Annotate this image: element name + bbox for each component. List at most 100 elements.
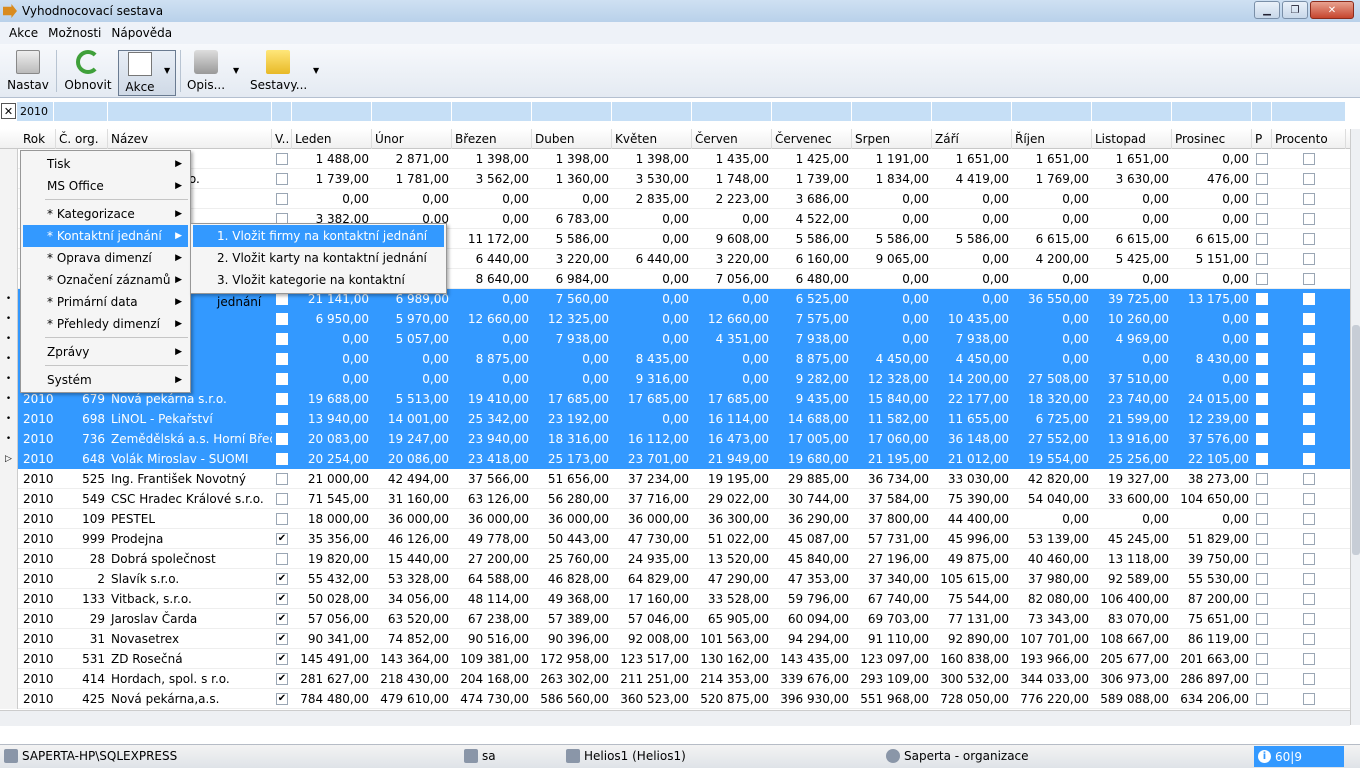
context-menu-item[interactable]: MS Office ▶ xyxy=(23,175,188,197)
row-indicator[interactable] xyxy=(0,249,18,269)
checkbox-procento[interactable] xyxy=(1303,693,1315,705)
checkbox-procento[interactable] xyxy=(1303,593,1315,605)
menu-napoveda[interactable]: Nápověda xyxy=(106,26,177,40)
table-row[interactable]: 2010 525 Ing. František Novotný 21 000,00 42… xyxy=(0,469,1350,489)
checkbox-procento[interactable] xyxy=(1303,453,1315,465)
checkbox-p[interactable] xyxy=(1256,673,1268,685)
checkbox-procento[interactable] xyxy=(1303,553,1315,565)
checkbox-procento[interactable] xyxy=(1303,513,1315,525)
table-row[interactable]: •aré Město0,000,000,000,009 316,000,009 … xyxy=(0,369,1350,389)
row-indicator[interactable] xyxy=(0,609,18,629)
checkbox-v[interactable] xyxy=(276,173,288,185)
column-header[interactable]: Červen xyxy=(692,129,772,149)
submenu-item[interactable]: 1. Vložit firmy na kontaktní jednání xyxy=(193,225,444,247)
checkbox-p[interactable] xyxy=(1256,273,1268,285)
table-row[interactable]: • 2010 698 LiNOL - Pekařství 13 940,00 14 001… xyxy=(0,409,1350,429)
opis-button[interactable]: Opis... xyxy=(186,48,226,96)
checkbox-p[interactable] xyxy=(1256,553,1268,565)
sestavy-button[interactable]: Sestavy... xyxy=(250,48,307,96)
checkbox-p[interactable] xyxy=(1256,233,1268,245)
table-row[interactable]: • 2010 679 Nová pekárna s.r.o. 19 688,00 5 51… xyxy=(0,389,1350,409)
checkbox-procento[interactable] xyxy=(1303,173,1315,185)
checkbox-p[interactable] xyxy=(1256,633,1268,645)
checkbox-procento[interactable] xyxy=(1303,633,1315,645)
row-indicator[interactable] xyxy=(0,209,18,229)
checkbox-p[interactable] xyxy=(1256,353,1268,365)
checkbox-v[interactable] xyxy=(276,473,288,485)
row-indicator[interactable] xyxy=(0,149,18,169)
row-indicator[interactable] xyxy=(0,649,18,669)
row-indicator[interactable] xyxy=(0,169,18,189)
table-row[interactable]: 2010 28 Dobrá společnost 19 820,00 15 440,00… xyxy=(0,549,1350,569)
context-menu-item[interactable]: Systém ▶ xyxy=(23,369,188,391)
table-row[interactable]: 2010 2 Slavík s.r.o. ✔ 55 432,00 53 328,00 64 … xyxy=(0,569,1350,589)
checkbox-procento[interactable] xyxy=(1303,493,1315,505)
checkbox-v[interactable]: ✔ xyxy=(276,613,288,625)
checkbox-p[interactable] xyxy=(1256,193,1268,205)
table-row[interactable]: 2010 109 PESTEL 18 000,00 36 000,00 36 000,00… xyxy=(0,509,1350,529)
checkbox-procento[interactable] xyxy=(1303,533,1315,545)
context-menu-item[interactable]: Tisk ▶ xyxy=(23,153,188,175)
row-indicator[interactable] xyxy=(0,469,18,489)
minimize-button[interactable]: ▁ xyxy=(1254,1,1280,19)
column-header[interactable]: Srpen xyxy=(852,129,932,149)
column-header[interactable]: Březen xyxy=(452,129,532,149)
checkbox-v[interactable] xyxy=(276,353,288,365)
row-indicator[interactable]: • xyxy=(0,329,18,349)
row-indicator[interactable]: • xyxy=(0,409,18,429)
checkbox-procento[interactable] xyxy=(1303,193,1315,205)
checkbox-v[interactable] xyxy=(276,393,288,405)
column-header[interactable]: Únor xyxy=(372,129,452,149)
column-header[interactable]: Název xyxy=(108,129,272,149)
column-header[interactable]: Květen xyxy=(612,129,692,149)
column-header[interactable]: Prosinec xyxy=(1172,129,1252,149)
submenu-item[interactable]: 3. Vložit kategorie na kontaktní jednání xyxy=(193,269,444,309)
row-indicator[interactable]: • xyxy=(0,389,18,409)
checkbox-procento[interactable] xyxy=(1303,213,1315,225)
checkbox-p[interactable] xyxy=(1256,513,1268,525)
column-header[interactable]: Duben xyxy=(532,129,612,149)
column-header[interactable]: Leden xyxy=(292,129,372,149)
row-indicator[interactable]: • xyxy=(0,369,18,389)
checkbox-v[interactable]: ✔ xyxy=(276,533,288,545)
table-row[interactable]: 2010 549 CSC Hradec Králové s.r.o. 71 545,0… xyxy=(0,489,1350,509)
column-header[interactable]: Listopad xyxy=(1092,129,1172,149)
status-record-count[interactable]: i 60|9 xyxy=(1254,746,1344,767)
table-row[interactable]: v0,000,000,000,002 835,002 223,003 686,0… xyxy=(0,189,1350,209)
context-menu-item[interactable]: * Oprava dimenzí ▶ xyxy=(23,247,188,269)
checkbox-v[interactable]: ✔ xyxy=(276,693,288,705)
checkbox-v[interactable] xyxy=(276,493,288,505)
table-row[interactable]: ▷ 2010 648 Volák Miroslav - SUOMI 20 254,00 2… xyxy=(0,449,1350,469)
menu-moznosti[interactable]: Možnosti xyxy=(43,26,106,40)
table-row[interactable]: 2010 414 Hordach, spol. s r.o. ✔ 281 627,00 2… xyxy=(0,669,1350,689)
checkbox-v[interactable] xyxy=(276,193,288,205)
checkbox-v[interactable]: ✔ xyxy=(276,653,288,665)
table-row[interactable]: 2010 29 Jaroslav Čarda ✔ 57 056,00 63 520,00 6… xyxy=(0,609,1350,629)
row-indicator[interactable] xyxy=(0,629,18,649)
checkbox-v[interactable] xyxy=(276,313,288,325)
submenu-item[interactable]: 2. Vložit karty na kontaktní jednání xyxy=(193,247,444,269)
column-header[interactable]: Září xyxy=(932,129,1012,149)
checkbox-v[interactable]: ✔ xyxy=(276,633,288,645)
checkbox-procento[interactable] xyxy=(1303,393,1315,405)
row-indicator[interactable] xyxy=(0,569,18,589)
checkbox-p[interactable] xyxy=(1256,293,1268,305)
row-indicator[interactable] xyxy=(0,229,18,249)
opis-dropdown-arrow-icon[interactable]: ▼ xyxy=(233,66,239,75)
row-indicator[interactable] xyxy=(0,189,18,209)
context-menu-item[interactable]: Zprávy ▶ xyxy=(23,341,188,363)
checkbox-p[interactable] xyxy=(1256,313,1268,325)
checkbox-v[interactable] xyxy=(276,413,288,425)
table-row[interactable]: 2010 31 Novasetrex ✔ 90 341,00 74 852,00 90 51… xyxy=(0,629,1350,649)
checkbox-v[interactable] xyxy=(276,373,288,385)
column-header[interactable]: Červenec xyxy=(772,129,852,149)
table-row[interactable]: 2010 999 Prodejna ✔ 35 356,00 46 126,00 49 778… xyxy=(0,529,1350,549)
context-menu-item[interactable]: * Přehledy dimenzí ▶ xyxy=(23,313,188,335)
context-menu-item[interactable]: * Kontaktní jednání ▶ xyxy=(23,225,188,247)
checkbox-v[interactable] xyxy=(276,153,288,165)
checkbox-procento[interactable] xyxy=(1303,253,1315,265)
table-row[interactable]: 2010 133 Vitback, s.r.o. ✔ 50 028,00 34 056,0… xyxy=(0,589,1350,609)
filter-rok[interactable]: 2010 xyxy=(17,102,54,121)
checkbox-procento[interactable] xyxy=(1303,333,1315,345)
checkbox-p[interactable] xyxy=(1256,693,1268,705)
